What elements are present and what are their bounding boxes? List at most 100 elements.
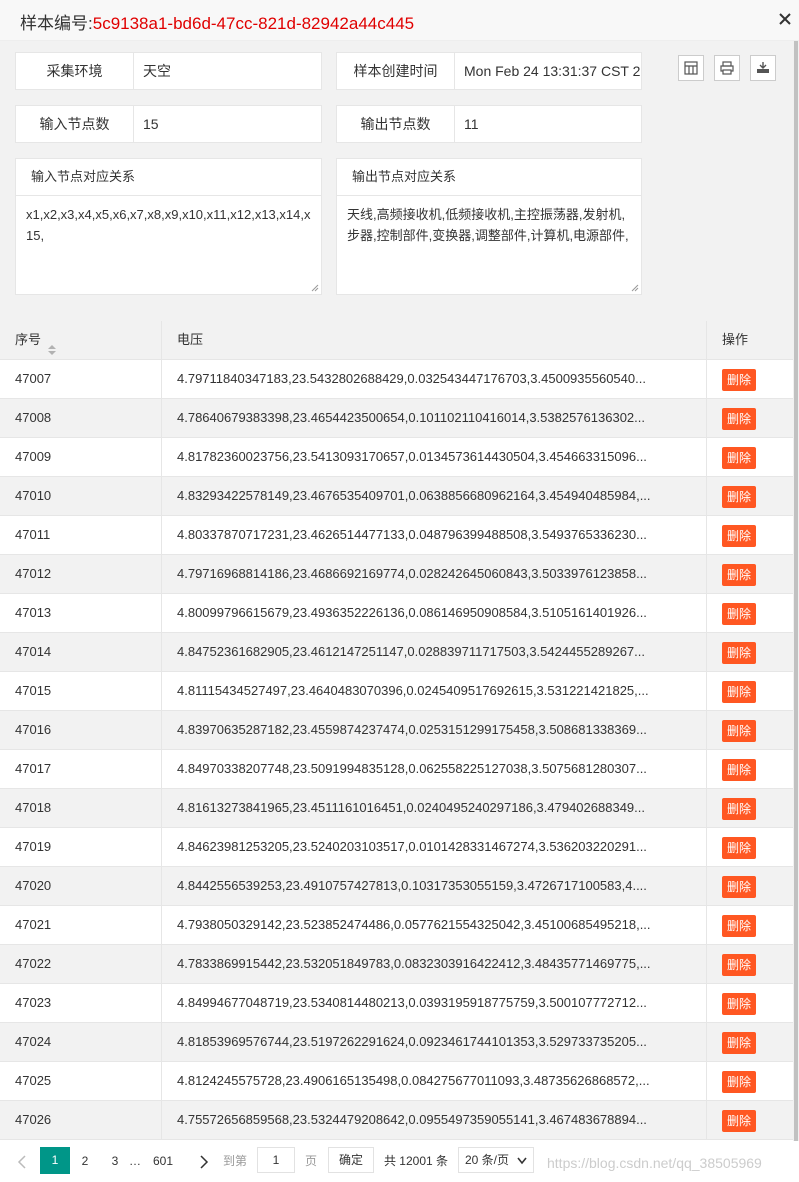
- env-value[interactable]: 天空: [143, 53, 321, 89]
- delete-button[interactable]: 删除: [722, 524, 757, 547]
- delete-button[interactable]: 删除: [722, 485, 757, 508]
- row-voltage: 4.84994677048719,23.5340814480213,0.0393…: [162, 984, 707, 1022]
- delete-button[interactable]: 删除: [722, 953, 757, 976]
- row-seq: 47009: [0, 438, 162, 476]
- row-seq: 47017: [0, 750, 162, 788]
- table-row: 47025 4.8124245575728,23.4906165135498,0.…: [0, 1062, 793, 1101]
- delete-button[interactable]: 删除: [722, 680, 757, 703]
- row-voltage: 4.79711840347183,23.5432802688429,0.0325…: [162, 360, 707, 398]
- in-nodes-label: 输入节点数: [16, 106, 134, 142]
- row-voltage: 4.79716968814186,23.4686692169774,0.0282…: [162, 555, 707, 593]
- row-voltage: 4.7938050329142,23.523852474486,0.057762…: [162, 906, 707, 944]
- table-row: 47007 4.79711840347183,23.5432802688429,0…: [0, 360, 793, 399]
- in-nodes-value[interactable]: 15: [143, 106, 321, 142]
- row-action: 删除: [707, 360, 793, 398]
- row-action: 删除: [707, 633, 793, 671]
- row-voltage: 4.8442556539253,23.4910757427813,0.10317…: [162, 867, 707, 905]
- export-icon: [757, 62, 769, 73]
- in-map-panel: 输入节点对应关系 x1,x2,x3,x4,x5,x6,x7,x8,x9,x10,…: [15, 158, 322, 295]
- delete-button[interactable]: 删除: [722, 1109, 757, 1132]
- delete-button[interactable]: 删除: [722, 446, 757, 469]
- row-action: 删除: [707, 555, 793, 593]
- page-1[interactable]: 1: [40, 1147, 70, 1174]
- row-action: 删除: [707, 711, 793, 749]
- row-seq: 47007: [0, 360, 162, 398]
- delete-button[interactable]: 删除: [722, 992, 757, 1015]
- print-icon: [720, 61, 734, 75]
- header-seq[interactable]: 序号: [0, 321, 162, 359]
- header-seq-label: 序号: [15, 332, 42, 347]
- table-row: 47021 4.7938050329142,23.523852474486,0.0…: [0, 906, 793, 945]
- per-page-value: 20 条/页: [465, 1153, 510, 1167]
- row-action: 删除: [707, 594, 793, 632]
- row-voltage: 4.83293422578149,23.4676535409701,0.0638…: [162, 477, 707, 515]
- created-value[interactable]: Mon Feb 24 13:31:37 CST 2020: [464, 53, 640, 89]
- row-voltage: 4.81853969576744,23.5197262291624,0.0923…: [162, 1023, 707, 1061]
- page-3[interactable]: 3: [101, 1148, 129, 1174]
- resize-handle-icon[interactable]: [311, 284, 319, 292]
- goto-label: 到第: [222, 1154, 247, 1168]
- table-row: 47012 4.79716968814186,23.4686692169774,0…: [0, 555, 793, 594]
- row-action: 删除: [707, 867, 793, 905]
- table-row: 47008 4.78640679383398,23.4654423500654,0…: [0, 399, 793, 438]
- table-row: 47024 4.81853969576744,23.5197262291624,0…: [0, 1023, 793, 1062]
- delete-button[interactable]: 删除: [722, 758, 757, 781]
- row-action: 删除: [707, 672, 793, 710]
- out-map-panel: 输出节点对应关系 天线,高频接收机,低频接收机,主控振荡器,发射机,步器,控制部…: [336, 158, 642, 295]
- table-row: 47020 4.8442556539253,23.4910757427813,0.…: [0, 867, 793, 906]
- delete-button[interactable]: 删除: [722, 1031, 757, 1054]
- delete-button[interactable]: 删除: [722, 641, 757, 664]
- delete-button[interactable]: 删除: [722, 602, 757, 625]
- row-seq: 47023: [0, 984, 162, 1022]
- delete-button[interactable]: 删除: [722, 797, 757, 820]
- resize-handle-icon[interactable]: [631, 284, 639, 292]
- delete-button[interactable]: 删除: [722, 368, 757, 391]
- row-seq: 47015: [0, 672, 162, 710]
- sample-id: 5c9138a1-bd6d-47cc-821d-82942a44c445: [92, 14, 415, 33]
- close-icon[interactable]: [777, 9, 793, 27]
- row-seq: 47020: [0, 867, 162, 905]
- row-action: 删除: [707, 438, 793, 476]
- per-page-select[interactable]: 20 条/页: [458, 1147, 534, 1173]
- goto-page-input[interactable]: 1: [257, 1147, 295, 1173]
- table-row: 47026 4.75572656859568,23.5324479208642,0…: [0, 1101, 793, 1140]
- env-field: 采集环境 天空: [15, 52, 322, 90]
- row-seq: 47012: [0, 555, 162, 593]
- delete-button[interactable]: 删除: [722, 1070, 757, 1093]
- next-page-icon[interactable]: [194, 1148, 214, 1174]
- table-row: 47018 4.81613273841965,23.4511161016451,0…: [0, 789, 793, 828]
- print-button[interactable]: [714, 55, 740, 81]
- env-label: 采集环境: [16, 53, 134, 89]
- delete-button[interactable]: 删除: [722, 719, 757, 742]
- columns-button[interactable]: [678, 55, 704, 81]
- delete-button[interactable]: 删除: [722, 563, 757, 586]
- row-voltage: 4.84623981253205,23.5240203103517,0.0101…: [162, 828, 707, 866]
- row-seq: 47022: [0, 945, 162, 983]
- row-voltage: 4.84752361682905,23.4612147251147,0.0288…: [162, 633, 707, 671]
- delete-button[interactable]: 删除: [722, 914, 757, 937]
- delete-button[interactable]: 删除: [722, 875, 757, 898]
- row-action: 删除: [707, 516, 793, 554]
- delete-button[interactable]: 删除: [722, 407, 757, 430]
- out-map-textarea[interactable]: 天线,高频接收机,低频接收机,主控振荡器,发射机,步器,控制部件,变换器,调整部…: [337, 196, 641, 254]
- row-seq: 47010: [0, 477, 162, 515]
- scrollbar-thumb[interactable]: [794, 41, 798, 1182]
- table-row: 47011 4.80337870717231,23.4626514477133,0…: [0, 516, 793, 555]
- prev-page-icon[interactable]: [12, 1148, 32, 1174]
- delete-button[interactable]: 删除: [722, 836, 757, 859]
- created-field: 样本创建时间 Mon Feb 24 13:31:37 CST 2020: [336, 52, 642, 90]
- row-voltage: 4.78640679383398,23.4654423500654,0.1011…: [162, 399, 707, 437]
- in-map-textarea[interactable]: x1,x2,x3,x4,x5,x6,x7,x8,x9,x10,x11,x12,x…: [16, 196, 321, 254]
- table-header: 序号 电压 操作: [0, 321, 793, 360]
- row-seq: 47026: [0, 1101, 162, 1139]
- export-button[interactable]: [750, 55, 776, 81]
- page-2[interactable]: 2: [71, 1148, 99, 1174]
- row-seq: 47011: [0, 516, 162, 554]
- confirm-button[interactable]: 确定: [328, 1147, 374, 1173]
- row-seq: 47019: [0, 828, 162, 866]
- scrollbar[interactable]: [793, 41, 799, 1182]
- page-last[interactable]: 601: [148, 1148, 178, 1174]
- sort-icon[interactable]: [47, 334, 57, 355]
- row-voltage: 4.75572656859568,23.5324479208642,0.0955…: [162, 1101, 707, 1139]
- out-nodes-value[interactable]: 11: [464, 106, 641, 142]
